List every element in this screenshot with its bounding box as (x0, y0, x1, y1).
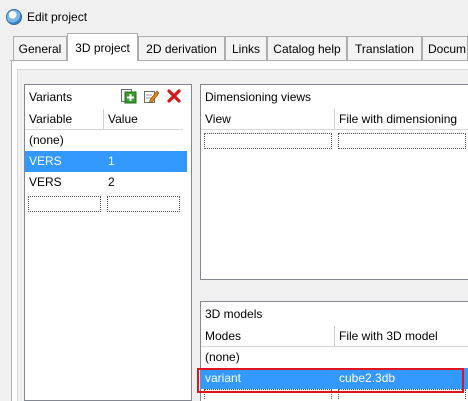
cell-variable: VERS (29, 154, 62, 168)
column-header-value[interactable]: Value (104, 109, 183, 129)
new-row[interactable] (201, 389, 468, 399)
column-header-modes[interactable]: Modes (201, 326, 335, 346)
3d-models-title: 3D models (205, 307, 263, 321)
delete-icon[interactable] (166, 88, 182, 104)
dimensioning-views-panel: Dimensioning views View File with dimens… (200, 84, 468, 280)
new-view-cell[interactable] (204, 132, 332, 149)
window-title: Edit project (27, 10, 88, 24)
variants-panel: Variants Variable Value (none) VERS 1 VE… (24, 84, 192, 401)
column-header-file-with-dimensioning[interactable]: File with dimensioning (335, 109, 468, 129)
app-icon (6, 9, 22, 25)
new-variable-cell[interactable] (28, 195, 101, 212)
edit-icon[interactable] (143, 88, 159, 104)
new-row[interactable] (201, 130, 468, 151)
dimensioning-views-title: Dimensioning views (205, 90, 312, 104)
tab-catalog-help[interactable]: Catalog help (267, 36, 347, 60)
dimensioning-table: View File with dimensioning (201, 109, 468, 151)
variants-header: Variable Value (25, 109, 183, 130)
variants-table: Variable Value (none) VERS 1 VERS 2 (25, 109, 187, 214)
column-header-file-with-3d-model[interactable]: File with 3D model (335, 326, 468, 346)
cell-mode: variant (205, 371, 242, 385)
cell-value: 1 (108, 154, 115, 168)
title-bar: Edit project (0, 0, 468, 34)
cell-variable: VERS (29, 175, 62, 189)
tab-2d-derivation[interactable]: 2D derivation (138, 36, 225, 60)
table-row[interactable]: VERS 2 (25, 172, 183, 193)
3d-models-panel: 3D models Modes File with 3D model (none… (200, 301, 468, 401)
new-file-cell[interactable] (338, 132, 466, 149)
table-row[interactable]: (none) (201, 347, 468, 368)
add-icon[interactable] (121, 88, 137, 104)
column-header-variable[interactable]: Variable (25, 109, 104, 129)
cell-file: cube2.3db (339, 371, 396, 385)
tab-links[interactable]: Links (225, 36, 267, 60)
cell-value: 2 (108, 175, 115, 189)
3d-models-header: Modes File with 3D model (201, 326, 468, 347)
cell-value (104, 130, 183, 151)
tab-translation[interactable]: Translation (347, 36, 422, 60)
cell-variable: (none) (29, 133, 64, 147)
cell-mode: (none) (205, 350, 240, 364)
table-row-selected[interactable]: variant cube2.3db (201, 368, 468, 389)
tab-3d-project[interactable]: 3D project (67, 33, 138, 61)
new-file-cell[interactable] (338, 389, 466, 399)
variants-title: Variants (29, 90, 73, 104)
tab-documentation[interactable]: Docum (422, 36, 468, 60)
new-row[interactable] (25, 193, 183, 214)
3d-models-table: Modes File with 3D model (none) variant … (201, 326, 468, 399)
table-row[interactable]: (none) (25, 130, 183, 151)
table-row-selected[interactable]: VERS 1 (25, 151, 187, 172)
tab-general[interactable]: General (13, 36, 67, 60)
cell-file (335, 347, 468, 368)
dimensioning-header: View File with dimensioning (201, 109, 468, 130)
new-mode-cell[interactable] (204, 389, 332, 399)
column-header-view[interactable]: View (201, 109, 335, 129)
new-value-cell[interactable] (107, 195, 180, 212)
